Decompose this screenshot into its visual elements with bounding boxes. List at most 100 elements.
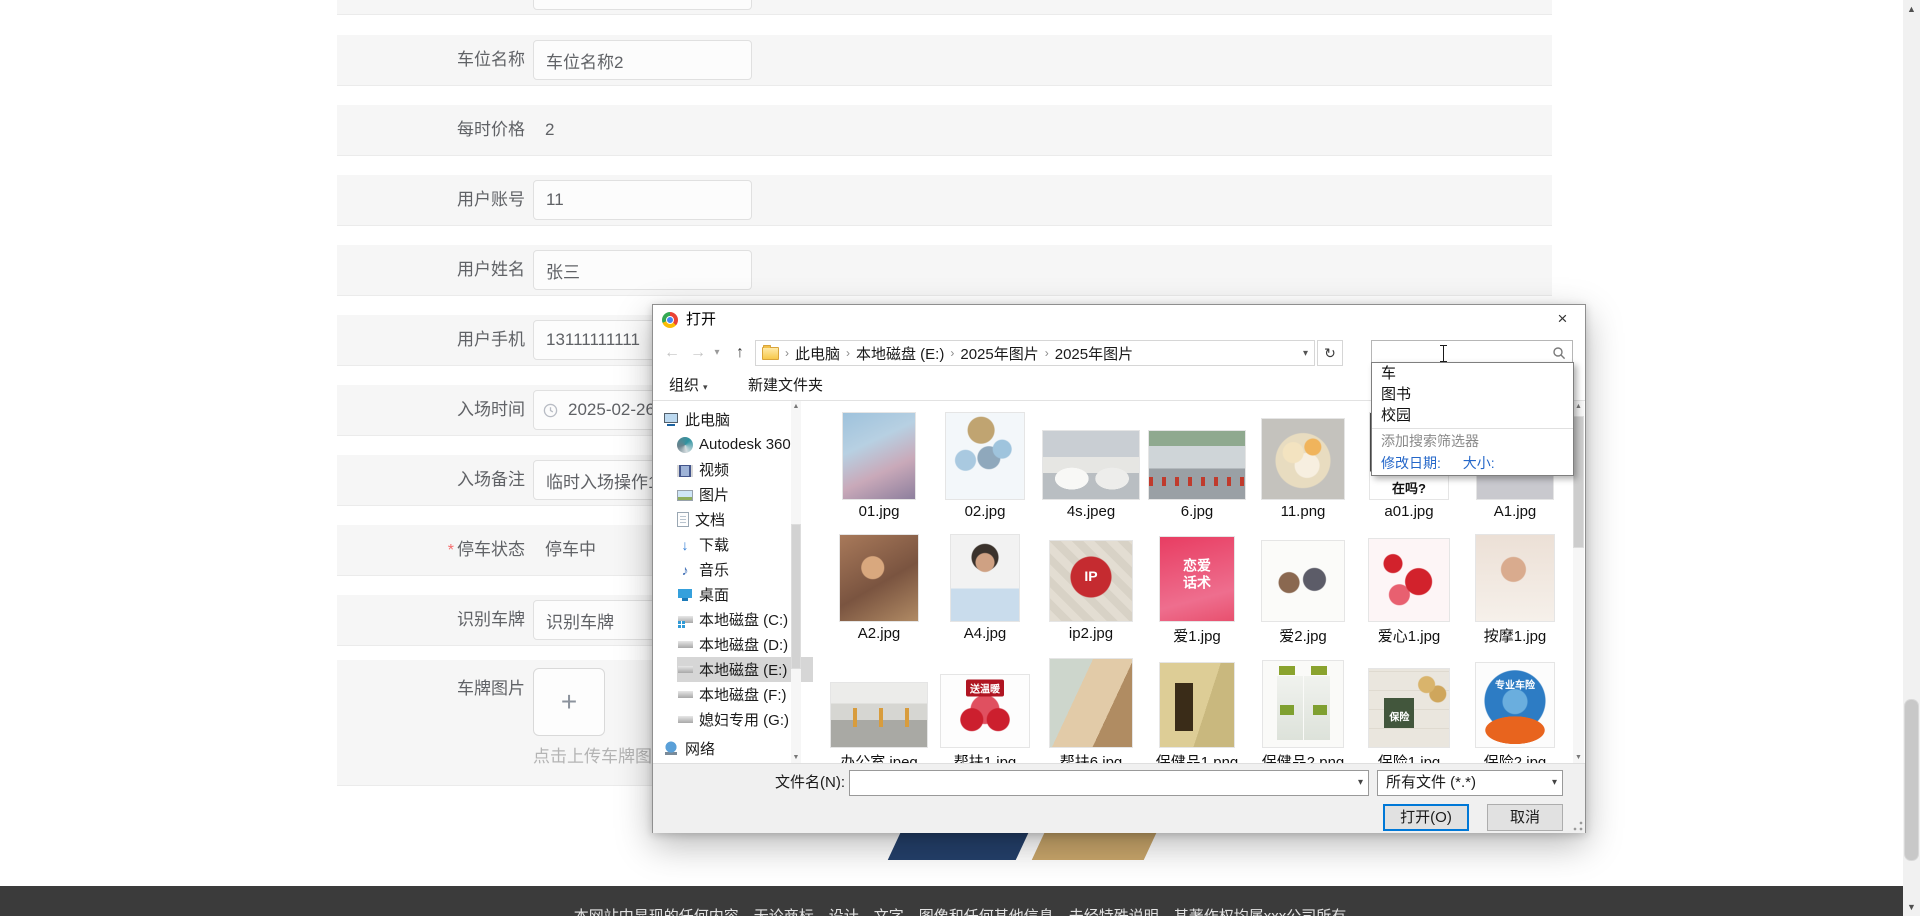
- file-thumbnail[interactable]: [831, 683, 927, 747]
- file-item[interactable]: 爱心1.jpg: [1359, 529, 1459, 646]
- file-item[interactable]: 11.png: [1253, 407, 1353, 520]
- file-item[interactable]: 02.jpg: [935, 407, 1035, 520]
- file-name: a01.jpg: [1384, 503, 1434, 520]
- file-item[interactable]: 保健品1.png: [1147, 655, 1247, 763]
- file-thumbnail[interactable]: IP: [1050, 541, 1132, 621]
- resize-grip[interactable]: [1573, 821, 1583, 831]
- file-item[interactable]: 恋爱话术 爱1.jpg: [1147, 529, 1247, 646]
- file-type-select[interactable]: 所有文件 (*.*) ▾: [1377, 770, 1563, 796]
- sidebar-scrollbar-thumb[interactable]: [792, 525, 800, 668]
- hourly-price-value: 2: [545, 120, 555, 139]
- close-button[interactable]: ×: [1540, 305, 1585, 335]
- forward-icon[interactable]: →: [687, 335, 709, 371]
- user-account-input[interactable]: [533, 180, 752, 220]
- list-scroll-up-icon[interactable]: ▲: [1573, 403, 1584, 410]
- address-dropdown-icon[interactable]: ▾: [1303, 348, 1308, 359]
- page-scrollbar-thumb[interactable]: [1905, 700, 1918, 860]
- refresh-button[interactable]: ↻: [1317, 340, 1343, 366]
- breadcrumb-folder-2[interactable]: 2025年图片: [1055, 343, 1133, 364]
- page-scroll-up-icon[interactable]: ▲: [1903, 4, 1920, 14]
- thumb-overlay: 在吗?: [1392, 481, 1426, 496]
- page-scrollbar[interactable]: ▲ ▼: [1903, 0, 1920, 916]
- dropdown-separator: [1372, 428, 1573, 429]
- documents-icon: [677, 512, 689, 527]
- file-item[interactable]: 保健品2.png: [1253, 655, 1353, 763]
- dialog-sidebar: 此电脑 Autodesk 360 视频 图片 文档 ↓ 下载 ♪ 音乐 桌面 本…: [653, 401, 813, 763]
- filename-input[interactable]: ▾: [849, 770, 1369, 796]
- file-item[interactable]: A2.jpg: [829, 529, 929, 642]
- user-name-input[interactable]: [533, 250, 752, 290]
- form-row-user-account: 用户账号: [337, 175, 1552, 226]
- file-thumbnail[interactable]: [1160, 663, 1234, 747]
- file-item[interactable]: 保险 保险1.jpg: [1359, 655, 1459, 763]
- parking-name-input[interactable]: [533, 40, 752, 80]
- sidebar-scroll-up-icon[interactable]: ▲: [791, 403, 801, 410]
- file-thumbnail[interactable]: [1263, 661, 1343, 747]
- list-scrollbar-thumb[interactable]: [1574, 417, 1583, 547]
- breadcrumb-drive-e[interactable]: 本地磁盘 (E:): [856, 343, 944, 364]
- partial-input[interactable]: [533, 0, 752, 10]
- file-item[interactable]: 办公室.jpeg: [829, 655, 929, 763]
- sidebar-scrollbar[interactable]: ▲ ▼: [791, 401, 801, 763]
- filename-dropdown-icon[interactable]: ▾: [1358, 771, 1363, 795]
- file-item[interactable]: A4.jpg: [935, 529, 1035, 642]
- file-name: 02.jpg: [964, 503, 1006, 520]
- file-thumbnail[interactable]: [840, 535, 918, 621]
- file-thumbnail[interactable]: 专业车险: [1476, 663, 1554, 747]
- page-scroll-down-icon[interactable]: ▼: [1903, 902, 1920, 912]
- file-item[interactable]: 01.jpg: [829, 407, 929, 520]
- sidebar-item-network[interactable]: 网络: [663, 736, 799, 761]
- search-suggestion[interactable]: 校园: [1372, 405, 1573, 426]
- file-item[interactable]: 帮扶6.jpg: [1041, 655, 1141, 763]
- file-thumbnail[interactable]: [1262, 419, 1344, 499]
- file-thumbnail[interactable]: [1262, 541, 1344, 621]
- file-thumbnail[interactable]: 保险: [1369, 669, 1449, 747]
- file-item[interactable]: 6.jpg: [1147, 407, 1247, 520]
- file-item[interactable]: 4s.jpeg: [1041, 407, 1141, 520]
- file-thumbnail[interactable]: 送温暖: [941, 675, 1029, 747]
- plus-icon: +: [560, 686, 578, 717]
- file-item[interactable]: 送温暖 帮扶1.jpg: [935, 655, 1035, 763]
- file-item[interactable]: 爱2.jpg: [1253, 529, 1353, 646]
- breadcrumb-folder-1[interactable]: 2025年图片: [960, 343, 1038, 364]
- cancel-button[interactable]: 取消: [1487, 804, 1563, 831]
- file-thumbnail[interactable]: [951, 535, 1019, 621]
- file-item[interactable]: 专业车险 保险2.jpg: [1465, 655, 1565, 763]
- back-icon[interactable]: ←: [661, 335, 683, 371]
- entry-note-label: 入场备注: [457, 470, 525, 489]
- history-chevron-icon[interactable]: ▾: [710, 335, 724, 371]
- file-item[interactable]: 按摩1.jpg: [1465, 529, 1565, 646]
- filter-date-link[interactable]: 修改日期:: [1381, 455, 1441, 471]
- organize-button[interactable]: 组织 ▾: [669, 371, 708, 402]
- sidebar-item-this-pc[interactable]: 此电脑: [663, 407, 799, 432]
- breadcrumb-this-pc[interactable]: 此电脑: [795, 343, 840, 364]
- file-thumbnail[interactable]: [1476, 535, 1554, 621]
- file-thumbnail[interactable]: [1050, 659, 1132, 747]
- thumb-overlay: 送温暖: [966, 679, 1004, 697]
- sidebar-scroll-down-icon[interactable]: ▼: [791, 754, 801, 761]
- sidebar-label: 桌面: [699, 587, 730, 604]
- file-thumbnail[interactable]: [843, 413, 915, 499]
- file-open-dialog: 打开 × ← → ▾ ↑ › 此电脑 › 本地磁盘 (E:) › 2025年图片…: [652, 304, 1586, 833]
- up-icon[interactable]: ↑: [729, 335, 751, 371]
- sidebar-label: Autodesk 360: [699, 436, 791, 453]
- sidebar-label: 音乐: [699, 562, 730, 579]
- file-thumbnail[interactable]: [1369, 539, 1449, 621]
- file-name: 保健品2.png: [1261, 754, 1345, 763]
- list-scrollbar[interactable]: ▲ ▼: [1573, 401, 1584, 763]
- upload-plate-image-button[interactable]: +: [533, 668, 605, 736]
- open-button[interactable]: 打开(O): [1383, 804, 1469, 831]
- list-scroll-down-icon[interactable]: ▼: [1573, 754, 1584, 761]
- address-bar[interactable]: › 此电脑 › 本地磁盘 (E:) › 2025年图片 › 2025年图片 ▾: [755, 340, 1315, 366]
- file-item[interactable]: IP ip2.jpg: [1041, 529, 1141, 642]
- file-name: 01.jpg: [858, 503, 900, 520]
- file-thumbnail[interactable]: 恋爱话术: [1160, 537, 1234, 621]
- filter-size-link[interactable]: 大小:: [1463, 455, 1495, 471]
- new-folder-button[interactable]: 新建文件夹: [748, 371, 823, 400]
- search-suggestion[interactable]: 图书: [1372, 384, 1573, 405]
- file-thumbnail[interactable]: [1149, 431, 1245, 499]
- file-thumbnail[interactable]: [1043, 431, 1139, 499]
- dialog-titlebar[interactable]: 打开 ×: [653, 305, 1585, 335]
- file-thumbnail[interactable]: [946, 413, 1024, 499]
- search-suggestion[interactable]: 车: [1372, 363, 1573, 384]
